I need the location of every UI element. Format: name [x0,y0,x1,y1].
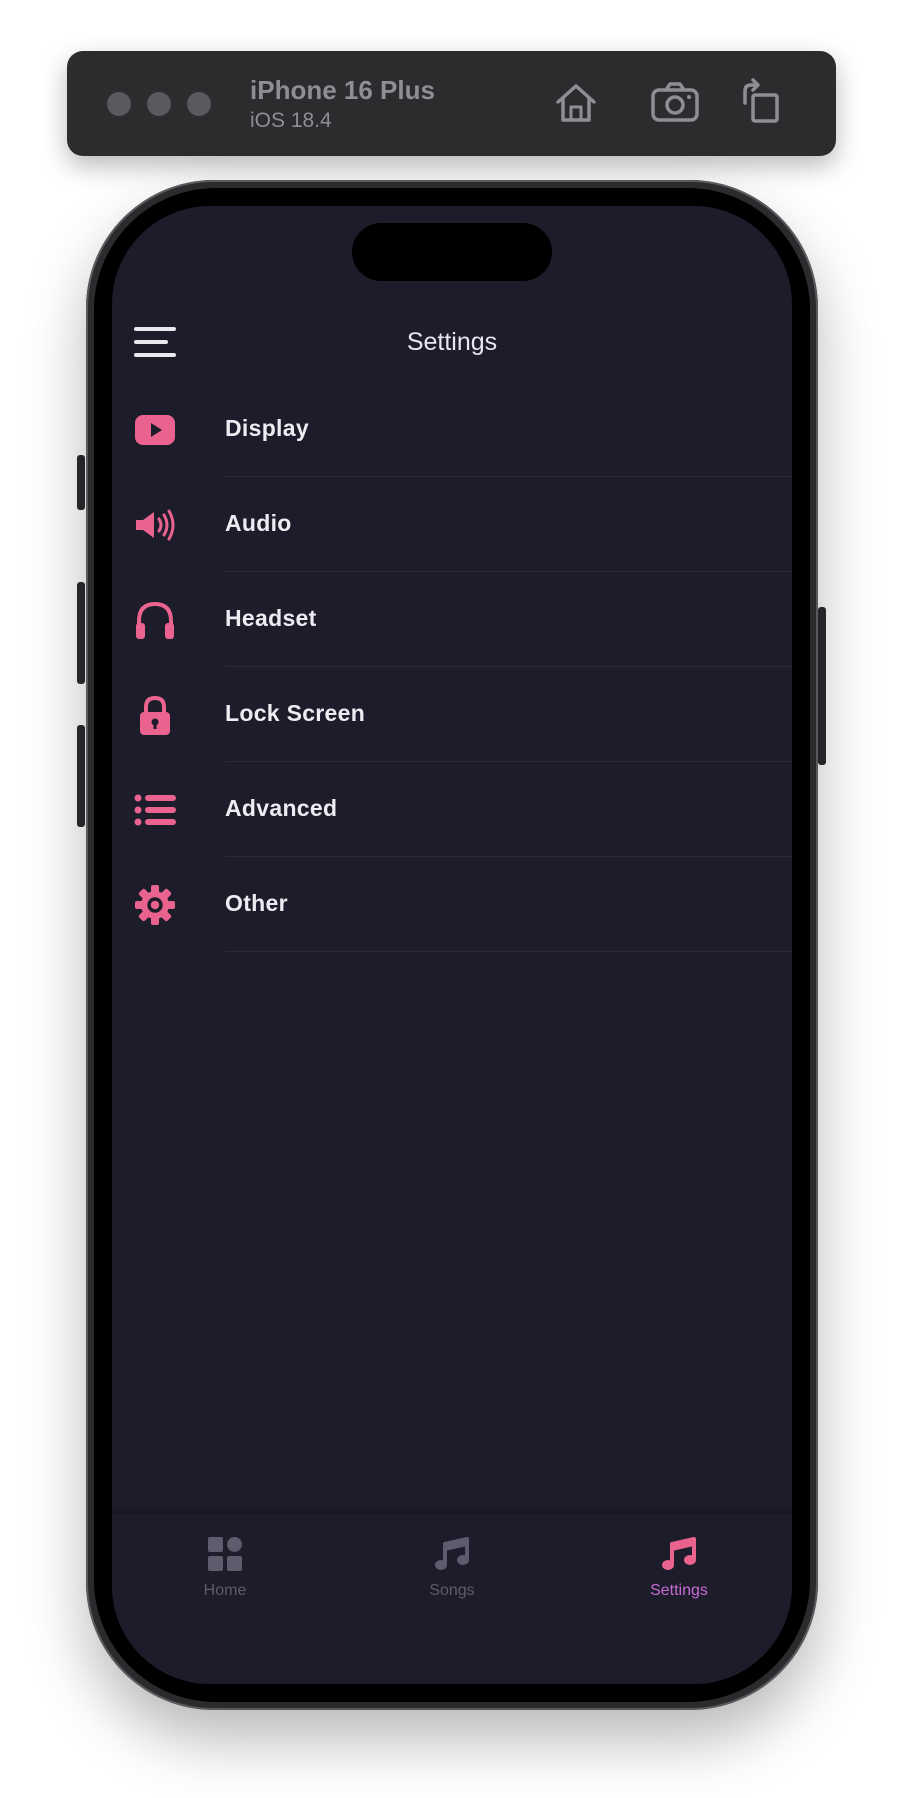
page-title: Settings [406,328,498,356]
tab-label: Home [203,1582,247,1599]
divider [225,951,792,952]
settings-item-label: Other [225,890,288,916]
settings-item-other[interactable]: Other [112,857,792,952]
settings-item-audio[interactable]: Audio [112,477,792,572]
device-os-version: iOS 18.4 [250,109,332,132]
music-note-icon [435,1537,469,1570]
tab-settings[interactable]: Settings [609,1536,749,1600]
headphones-icon [136,601,174,639]
speaker-icon [136,509,175,541]
action-button[interactable] [77,455,85,510]
zoom-window-dot[interactable] [187,92,211,116]
grid-icon [208,1537,242,1571]
settings-item-display[interactable]: Display [112,382,792,477]
minimize-window-dot[interactable] [147,92,171,116]
settings-item-headset[interactable]: Headset [112,572,792,667]
volume-up-button[interactable] [77,582,85,684]
tab-songs[interactable]: Songs [382,1536,522,1600]
settings-item-label: Advanced [225,795,338,821]
simulator-toolbar: iPhone 16 Plus iOS 18.4 [67,51,836,156]
rotate-icon[interactable] [735,77,787,129]
settings-item-label: Headset [225,605,317,631]
tab-bar: Home Songs Settings [112,1509,792,1684]
screenshot-icon[interactable] [649,77,701,129]
power-button[interactable] [818,607,826,765]
play-icon [135,415,175,445]
settings-item-advanced[interactable]: Advanced [112,762,792,857]
gear-icon [135,885,175,925]
app-screen: Settings Display Audio Headset Lock Scre… [112,206,792,1684]
settings-item-label: Audio [225,510,292,536]
close-window-dot[interactable] [107,92,131,116]
volume-down-button[interactable] [77,725,85,827]
lock-icon [140,695,170,735]
device-name: iPhone 16 Plus [250,75,435,105]
tab-home[interactable]: Home [155,1536,295,1600]
tab-label: Settings [650,1582,708,1599]
settings-list: Display Audio Headset Lock Screen Advanc… [112,382,792,952]
tab-label: Songs [429,1582,475,1599]
settings-item-label: Lock Screen [225,700,366,726]
list-icon [134,794,176,826]
home-icon[interactable] [550,77,602,129]
music-note-icon [662,1537,696,1570]
settings-item-lock-screen[interactable]: Lock Screen [112,667,792,762]
settings-item-label: Display [225,415,309,441]
dynamic-island [352,223,552,281]
